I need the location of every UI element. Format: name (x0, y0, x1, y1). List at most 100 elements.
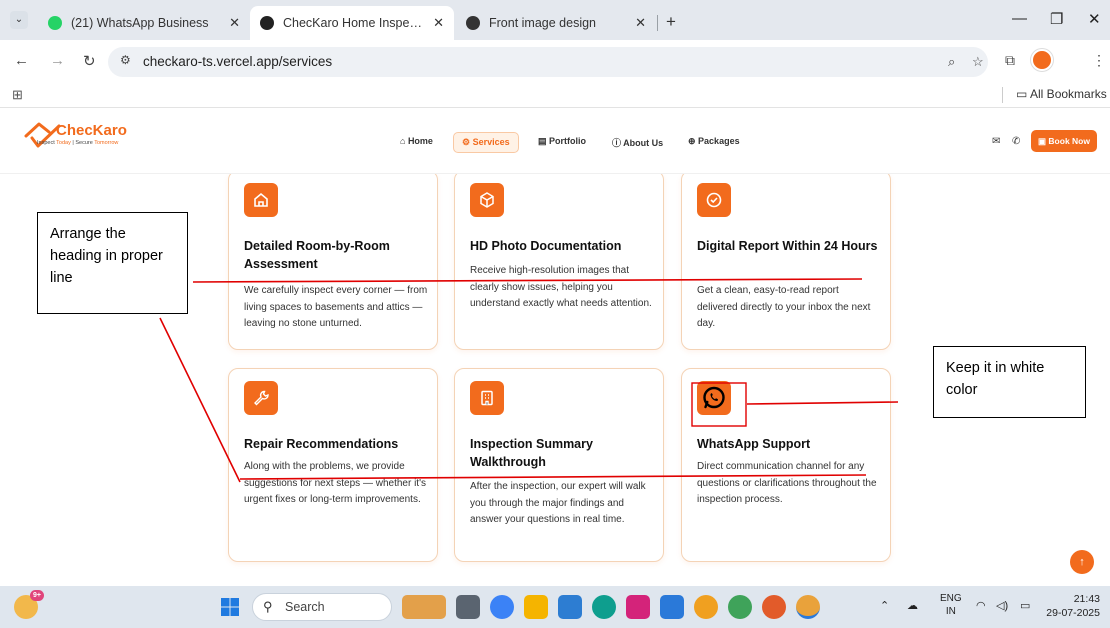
openai-favicon-icon (466, 16, 480, 30)
annotation-note-color: Keep it in white color (933, 346, 1086, 418)
nav-label: Portfolio (549, 136, 587, 146)
nav-packages[interactable]: ⊕ Packages (688, 136, 740, 147)
store-icon[interactable] (558, 595, 582, 619)
info-icon: ⓘ (612, 138, 624, 148)
new-tab-icon[interactable]: + (666, 12, 676, 32)
show-hidden-icons-icon[interactable]: ⌃ (880, 599, 889, 612)
profile-avatar[interactable] (1031, 49, 1053, 71)
notification-badge: 9+ (30, 590, 44, 601)
forward-icon[interactable]: → (50, 52, 65, 69)
tab-label: ChecKaro Home Inspection - In (283, 16, 425, 30)
volume-icon[interactable]: ◁) (996, 599, 1008, 612)
clock-time: 21:43 (1073, 593, 1100, 605)
copilot-icon[interactable] (490, 595, 514, 619)
phone-icon[interactable]: ✆ (1012, 136, 1020, 147)
close-icon[interactable]: ✕ (433, 15, 444, 31)
service-card: Digital Report Within 24 Hours Get a cle… (681, 174, 891, 350)
gear-icon: ⚙ (462, 137, 473, 147)
service-title: Digital Report Within 24 Hours (697, 239, 878, 253)
lang-region: IN (945, 606, 956, 617)
nav-label: Home (407, 136, 433, 146)
bookmark-star-icon[interactable]: ☆ (972, 54, 984, 70)
nav-services[interactable]: ⚙ Services (453, 132, 519, 153)
wrench-icon (244, 381, 278, 415)
service-title: WhatsApp Support (697, 437, 811, 451)
menu-icon[interactable]: ⋮ (1092, 52, 1106, 69)
battery-icon[interactable]: ▭ (1020, 599, 1030, 612)
nav-about[interactable]: ⓘ About Us (612, 136, 663, 149)
tab-checkaro[interactable]: ChecKaro Home Inspection - In ✕ (250, 6, 454, 40)
tab-divider (657, 15, 658, 31)
reload-icon[interactable]: ↻ (83, 52, 96, 70)
tab-front-image[interactable]: Front image design ✕ (456, 6, 656, 40)
onedrive-icon[interactable]: ☁ (907, 599, 918, 612)
zoom-icon[interactable]: ⌕ (948, 54, 955, 70)
windows-start-icon[interactable] (218, 595, 242, 619)
file-explorer-icon[interactable] (524, 595, 548, 619)
service-title: Inspection Summary Walkthrough (470, 437, 593, 469)
building-icon (470, 381, 504, 415)
restore-icon[interactable]: ❐ (1050, 10, 1063, 28)
site-header: ChecKaro Inspect Today | Secure Tomorrow… (0, 108, 1110, 174)
back-icon[interactable]: ← (14, 52, 29, 69)
lang-code: ENG (940, 593, 962, 604)
whatsapp-favicon-icon (48, 16, 62, 30)
service-card: Inspection Summary Walkthrough After the… (454, 368, 664, 562)
app-icon[interactable] (660, 595, 684, 619)
tab-whatsapp[interactable]: (21) WhatsApp Business ✕ (38, 6, 250, 40)
service-title: Detailed Room-by-Room Assessment (244, 239, 390, 271)
chrome-icon[interactable] (728, 595, 752, 619)
whatsapp-icon (697, 381, 731, 415)
chrome-icon[interactable] (762, 595, 786, 619)
task-view-icon[interactable] (456, 595, 480, 619)
calendar-icon: ▣ (1038, 136, 1049, 146)
url-text[interactable]: checkaro-ts.vercel.app/services (143, 54, 332, 69)
cube-icon (470, 183, 504, 217)
annotation-text: Keep it in white color (946, 360, 1045, 398)
wps-icon[interactable] (626, 595, 650, 619)
chrome-icon[interactable] (694, 595, 718, 619)
tab-label: Front image design (489, 16, 597, 30)
scroll-to-top-button[interactable]: ↑ (1070, 550, 1094, 574)
folder-icon: ▭ (1016, 87, 1028, 101)
nav-label: Packages (698, 136, 740, 146)
address-bar[interactable]: ⚙ checkaro-ts.vercel.app/services ⌕ ☆ (108, 47, 988, 77)
service-description: Get a clean, easy-to-read report deliver… (697, 285, 871, 329)
tagline-part: Tomorrow (94, 140, 119, 146)
tab-search-button[interactable]: ⌄ (10, 11, 28, 29)
close-window-icon[interactable]: ✕ (1088, 10, 1101, 28)
service-description: We carefully inspect every corner — from… (244, 285, 428, 329)
home-icon (244, 183, 278, 217)
search-placeholder: Search (285, 600, 325, 614)
windows-taskbar: 9+ ⚲ Search ⌃ ☁ ENG IN ◠ ◁) ▭ 21:43 29-0… (0, 586, 1110, 628)
logo-tagline: Inspect Today | Secure Tomorrow (37, 140, 118, 146)
service-card: HD Photo Documentation Receive high-reso… (454, 174, 664, 350)
site-info-icon[interactable]: ⚙ (120, 53, 131, 67)
close-icon[interactable]: ✕ (635, 15, 646, 31)
nav-portfolio[interactable]: ▤ Portfolio (538, 136, 586, 147)
service-card: WhatsApp Support Direct communication ch… (681, 368, 891, 562)
all-bookmarks-button[interactable]: ▭ All Bookmarks (1016, 87, 1107, 101)
logo-text[interactable]: ChecKaro (56, 122, 127, 139)
edge-icon[interactable] (592, 595, 616, 619)
clock[interactable]: 21:43 29-07-2025 (1042, 592, 1100, 620)
extensions-icon[interactable]: ⧉ (1005, 52, 1015, 69)
search-highlight-icon[interactable] (402, 595, 446, 619)
apps-grid-icon[interactable]: ⊞ (12, 87, 23, 103)
nav-home[interactable]: ⌂ Home (400, 136, 433, 146)
language-indicator[interactable]: ENG IN (940, 592, 962, 618)
service-card: Detailed Room-by-Room Assessment We care… (228, 174, 438, 350)
document-icon: ▤ (538, 136, 550, 146)
chrome-active-icon[interactable] (796, 595, 820, 619)
service-card: Repair Recommendations Along with the pr… (228, 368, 438, 562)
close-icon[interactable]: ✕ (229, 15, 240, 31)
search-icon: ⚲ (263, 599, 273, 614)
minimize-icon[interactable]: — (1012, 10, 1027, 27)
home-icon: ⌂ (400, 136, 408, 146)
service-description: Direct communication channel for any que… (697, 461, 877, 505)
mail-icon[interactable]: ✉ (992, 136, 1000, 147)
wifi-icon[interactable]: ◠ (976, 599, 986, 612)
book-now-button[interactable]: ▣ Book Now (1031, 130, 1097, 152)
service-description: Along with the problems, we provide sugg… (244, 461, 426, 505)
taskbar-search[interactable]: ⚲ Search (252, 593, 392, 621)
